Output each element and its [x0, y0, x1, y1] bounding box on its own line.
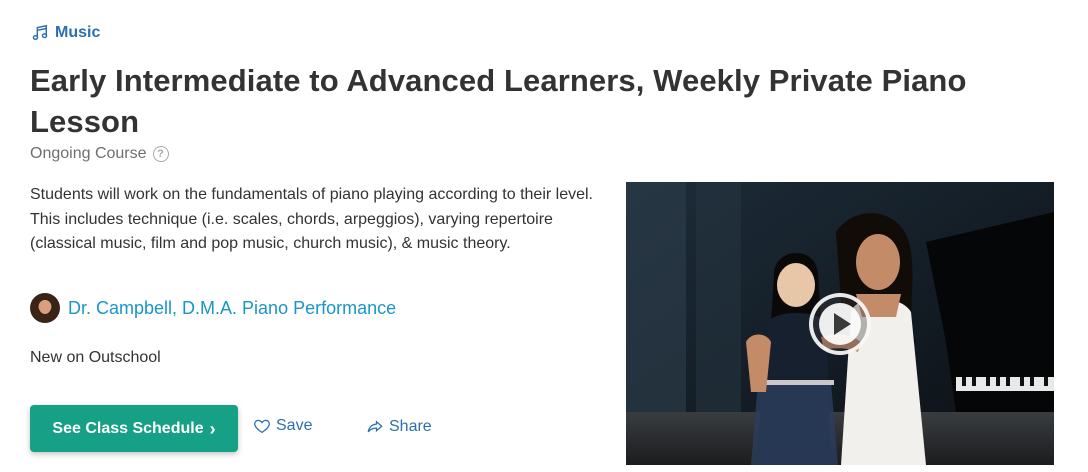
share-icon — [367, 420, 383, 433]
teacher-name[interactable]: Dr. Campbell, D.M.A. Piano Performance — [68, 298, 396, 319]
category-label: Music — [55, 24, 101, 41]
play-icon — [819, 303, 861, 345]
class-header: Music Early Intermediate to Advanced Lea… — [0, 0, 1088, 472]
category-link[interactable]: Music — [31, 24, 100, 42]
course-type-label: Ongoing Course — [30, 145, 147, 162]
share-label: Share — [389, 418, 432, 435]
schedule-button-label: See Class Schedule — [52, 419, 204, 437]
save-button[interactable]: Save — [253, 417, 312, 435]
page-title: Early Intermediate to Advanced Learners,… — [30, 63, 967, 139]
save-label: Save — [276, 417, 313, 434]
status-badge: New on Outschool — [30, 349, 161, 366]
class-description: Students will work on the fundamentals o… — [30, 186, 593, 252]
help-icon[interactable]: ? — [152, 146, 169, 162]
teacher-link[interactable]: Dr. Campbell, D.M.A. Piano Performance — [30, 293, 396, 323]
class-video[interactable] — [626, 182, 1054, 465]
share-button[interactable]: Share — [366, 418, 432, 436]
avatar[interactable] — [30, 293, 60, 323]
chevron-right-icon: › — [209, 418, 216, 439]
heart-icon — [254, 419, 270, 434]
see-class-schedule-button[interactable]: See Class Schedule › — [30, 405, 238, 452]
music-note-icon — [32, 24, 48, 41]
course-type: Ongoing Course ? — [30, 145, 169, 163]
play-button[interactable] — [809, 293, 871, 355]
